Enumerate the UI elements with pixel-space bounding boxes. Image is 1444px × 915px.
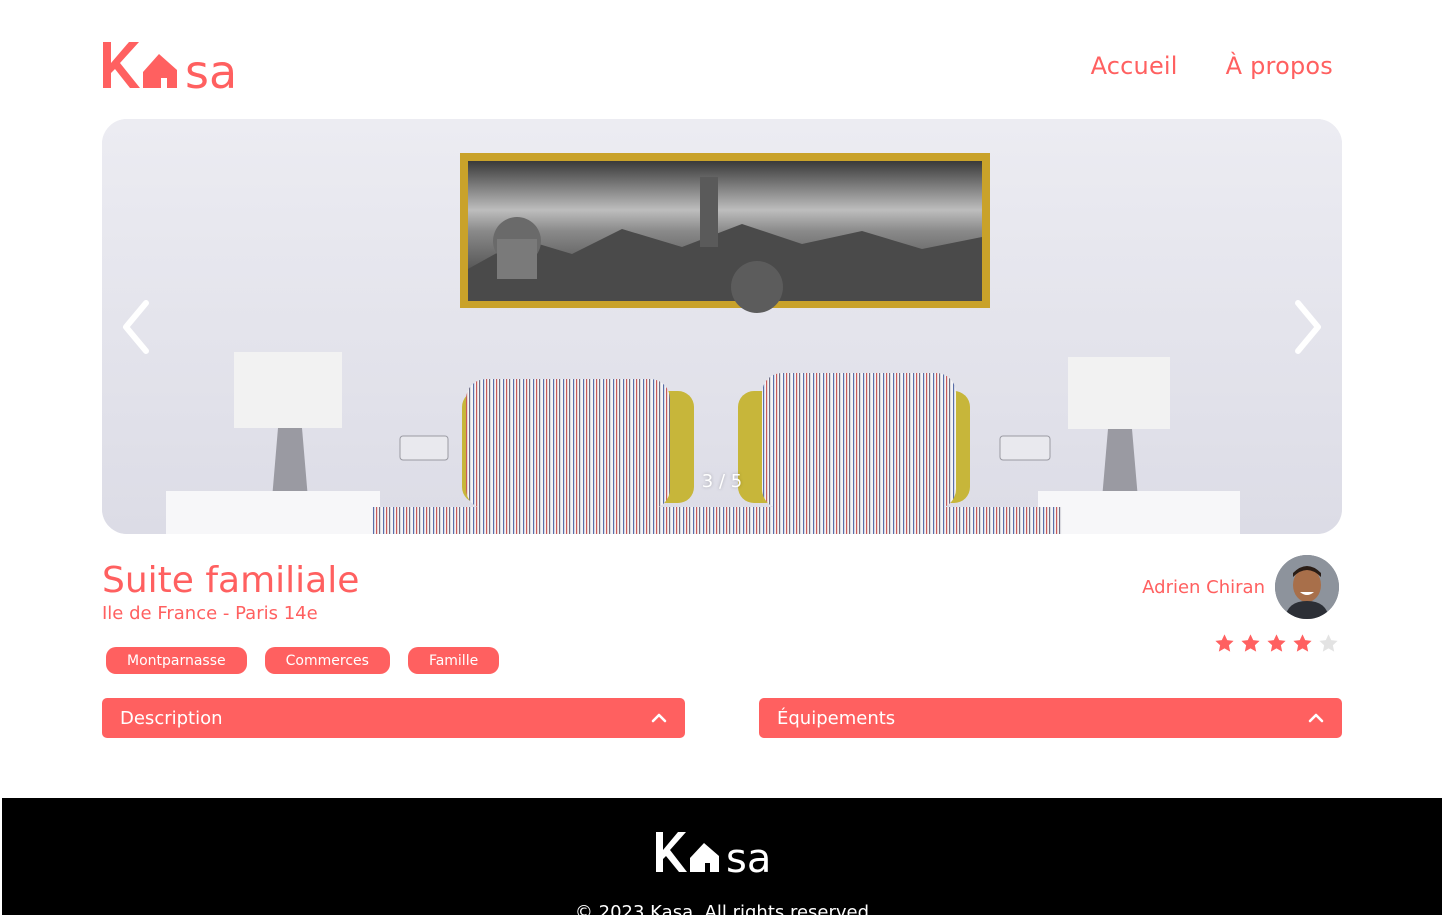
chevron-up-icon (651, 713, 667, 723)
star-filled-icon (1241, 634, 1260, 652)
nav-link-a-propos[interactable]: À propos (1226, 52, 1333, 80)
chevron-up-icon (1308, 713, 1324, 723)
tag-list: Montparnasse Commerces Famille (106, 647, 500, 674)
svg-text:sa: sa (726, 836, 771, 876)
kasa-logo[interactable]: sa (101, 36, 261, 94)
collapse-title: Description (120, 707, 223, 729)
copyright-text: © 2023 Kasa. All rights reserved (574, 902, 870, 915)
description-collapse[interactable]: Description (102, 698, 685, 738)
site-footer: sa © 2023 Kasa. All rights reserved (2, 798, 1442, 915)
image-carousel: 3 / 5 (102, 119, 1342, 534)
chevron-right-icon (1295, 300, 1321, 354)
star-empty-icon (1319, 634, 1338, 652)
star-filled-icon (1215, 634, 1234, 652)
equipments-collapse[interactable]: Équipements (759, 698, 1342, 738)
tag: Famille (407, 647, 500, 674)
svg-text:sa: sa (185, 45, 237, 94)
carousel-counter: 3 / 5 (701, 471, 743, 492)
collapse-title: Équipements (777, 707, 896, 729)
site-header: sa Accueil À propos (0, 0, 1444, 119)
host-name: Adrien Chiran (1142, 576, 1265, 598)
tag: Montparnasse (106, 647, 247, 674)
nav-link-accueil[interactable]: Accueil (1091, 52, 1178, 80)
star-filled-icon (1267, 634, 1286, 652)
host-info: Adrien Chiran (1142, 555, 1339, 619)
rating-stars (1214, 633, 1339, 654)
main-nav: Accueil À propos (1091, 52, 1333, 80)
star-filled-icon (1293, 634, 1312, 652)
tag: Commerces (264, 647, 390, 674)
kasa-logo: sa (656, 832, 771, 876)
listing-title: Suite familiale (102, 560, 360, 601)
listing-location: Ile de France - Paris 14e (102, 603, 318, 624)
carousel-next-button[interactable] (1284, 297, 1330, 357)
chevron-left-icon (123, 300, 149, 354)
carousel-prev-button[interactable] (114, 297, 160, 357)
host-avatar (1275, 555, 1339, 619)
